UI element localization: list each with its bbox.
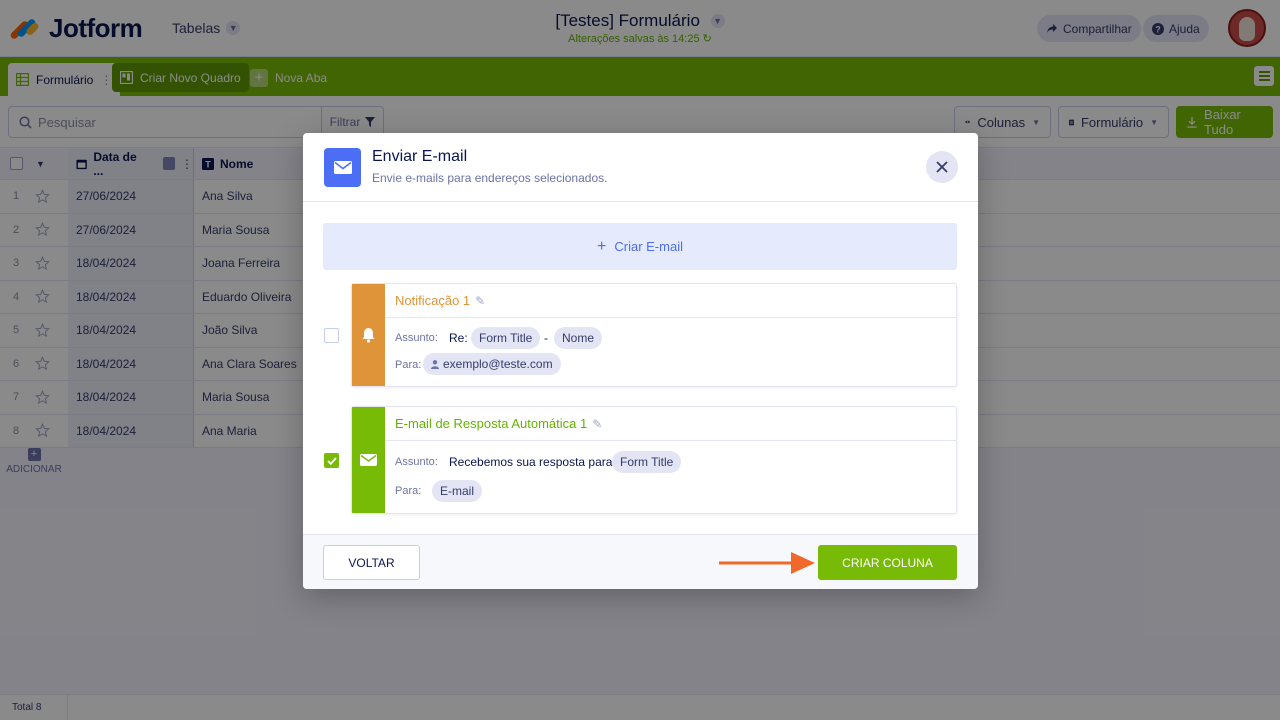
create-email-label: Criar E-mail: [614, 239, 683, 254]
subject-tag-form-title: Form Title: [471, 327, 541, 349]
subject-text: Recebemos sua resposta para: [449, 455, 613, 469]
close-icon: [936, 161, 948, 173]
pencil-icon[interactable]: ✎: [592, 417, 602, 431]
notification-checkbox[interactable]: [324, 328, 339, 343]
envelope-icon: [352, 407, 385, 513]
close-button[interactable]: [926, 151, 958, 183]
modal-subtitle: Envie e-mails para endereços selecionado…: [372, 171, 608, 185]
modal-title: Enviar E-mail: [372, 148, 468, 165]
modal-header: Enviar E-mail Envie e-mails para endereç…: [303, 133, 978, 202]
checkmark-icon: [326, 456, 337, 465]
envelope-icon: [324, 148, 361, 187]
autoresponder-email-card[interactable]: E-mail de Resposta Automática 1 ✎ Assunt…: [351, 406, 957, 514]
notification-title-text: Notificação 1: [395, 293, 471, 308]
create-column-button[interactable]: CRIAR COLUNA: [818, 545, 957, 580]
plus-icon: +: [597, 237, 607, 255]
recipient-chip: exemplo@teste.com: [423, 353, 561, 375]
recipient-email: exemplo@teste.com: [443, 357, 553, 371]
subject-tag-name: Nome: [554, 327, 603, 349]
autoresponder-checkbox[interactable]: [324, 453, 339, 468]
subject-tag-form-title: Form Title: [612, 451, 682, 473]
subject-label: Assunto:: [395, 456, 438, 468]
to-label: Para:: [395, 359, 422, 371]
subject-prefix: Re:: [449, 331, 468, 345]
send-email-modal: Enviar E-mail Envie e-mails para endereç…: [303, 133, 978, 589]
autoresponder-title[interactable]: E-mail de Resposta Automática 1 ✎: [385, 407, 957, 441]
subject-separator: -: [544, 331, 548, 345]
to-label: Para:: [395, 485, 422, 497]
annotation-arrow-icon: [719, 552, 815, 574]
modal-footer: VOLTAR CRIAR COLUNA: [303, 534, 978, 589]
back-button[interactable]: VOLTAR: [323, 545, 420, 580]
create-email-button[interactable]: + Criar E-mail: [323, 223, 957, 270]
bell-icon: [352, 284, 385, 386]
subject-label: Assunto:: [395, 332, 438, 344]
pencil-icon[interactable]: ✎: [475, 294, 485, 308]
user-icon: [431, 359, 439, 369]
autoresponder-title-text: E-mail de Resposta Automática 1: [395, 416, 588, 431]
notification-title[interactable]: Notificação 1 ✎: [385, 284, 957, 318]
recipient-field-chip: E-mail: [432, 480, 483, 502]
notification-email-card[interactable]: Notificação 1 ✎ Assunto: Re: Form Title …: [351, 283, 957, 387]
